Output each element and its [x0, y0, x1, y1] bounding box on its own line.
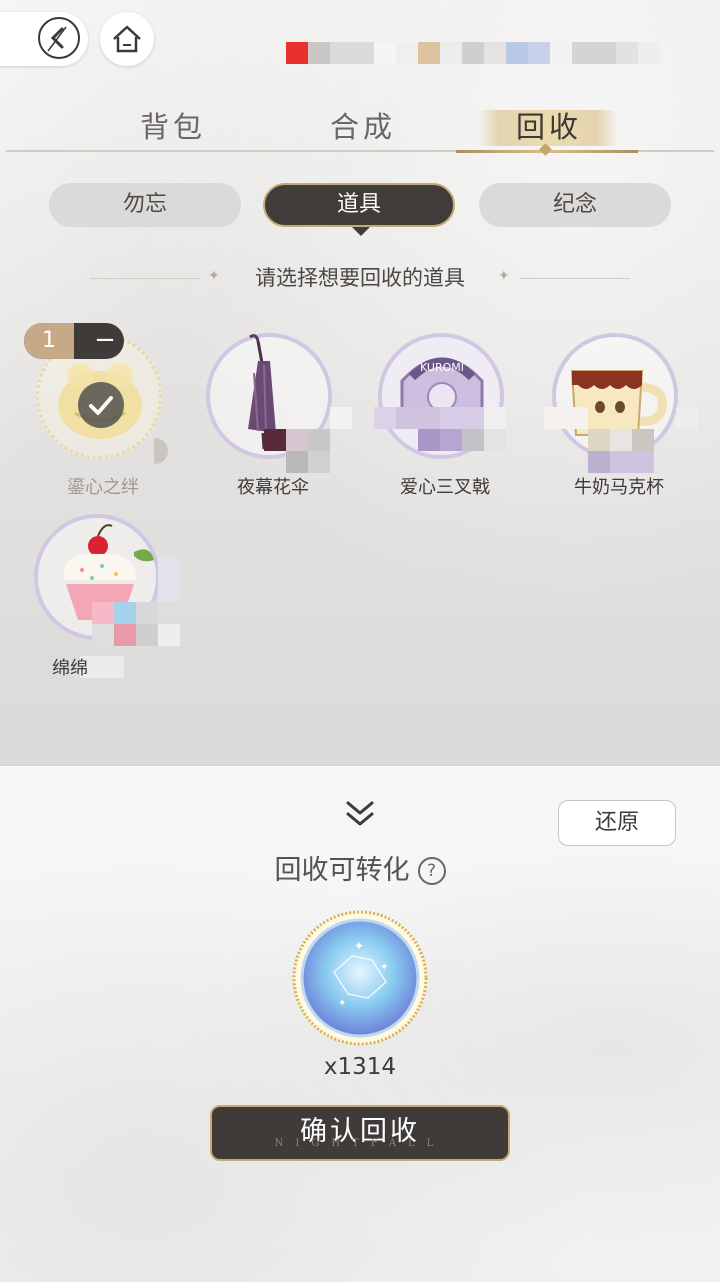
item-card-3[interactable]: KUROMI 爱心三叉戟 — [370, 333, 520, 503]
convert-title: 回收可转化? — [0, 848, 720, 887]
obscured-block — [440, 407, 484, 429]
obscured-block — [136, 624, 158, 646]
obscured-block — [440, 429, 462, 451]
obscured-block — [158, 624, 180, 646]
star-ornament-icon: ✦ — [498, 268, 510, 284]
confirm-recycle-button[interactable]: 确认回收 NIGHTFALL — [210, 1105, 510, 1161]
obscured-block — [114, 624, 136, 646]
item-card-5[interactable]: 绵绵 — [26, 514, 180, 684]
selection-prompt: ✦ 请选择想要回收的道具 ✦ — [0, 262, 720, 296]
item-name: 牛奶马克杯 — [574, 477, 664, 498]
subtab-forget[interactable]: 勿忘 — [49, 183, 241, 227]
obscured-block — [114, 602, 136, 624]
back-button[interactable] — [0, 12, 88, 66]
home-icon — [113, 25, 141, 53]
subtab-pointer-icon — [352, 227, 370, 236]
obscured-block — [588, 451, 610, 473]
obscured-block — [632, 429, 654, 451]
currency-bar-obscured — [286, 42, 720, 64]
svg-text:✦: ✦ — [380, 962, 388, 973]
obscured-block — [588, 429, 610, 451]
prompt-divider-right — [520, 278, 630, 279]
starlight-coin-icon: ✦ ✦ ✦ — [292, 910, 428, 1046]
obscured-block — [484, 429, 506, 451]
tab-synthesis[interactable]: 合成 — [330, 104, 396, 146]
obscured-block — [136, 602, 158, 624]
collapse-chevron-icon[interactable] — [344, 800, 376, 828]
obscured-block — [92, 602, 114, 624]
main-tab-bar: 背包 合成 回收 — [0, 104, 720, 154]
obscured-block — [286, 451, 308, 473]
obscured-block — [396, 407, 440, 429]
obscured-block — [418, 429, 440, 451]
help-icon[interactable]: ? — [417, 857, 446, 885]
subtab-memorial[interactable]: 纪念 — [479, 183, 671, 227]
item-name: 鎏心之绊 — [67, 477, 139, 498]
tab-recycle[interactable]: 回收 — [516, 104, 582, 146]
item-edge-marker — [154, 438, 168, 464]
button-watermark: NIGHTFALL — [274, 1138, 446, 1149]
restore-button[interactable]: 还原 — [558, 800, 676, 846]
back-icon — [38, 17, 80, 59]
obscured-block — [676, 407, 698, 429]
obscured-block — [610, 451, 654, 473]
subtab-props[interactable]: 道具 — [263, 183, 455, 227]
minus-button[interactable]: − — [86, 323, 124, 359]
prompt-text: 请选择想要回收的道具 — [255, 266, 465, 290]
item-name: 绵绵 — [52, 658, 88, 679]
quantity-count: 1 — [24, 323, 74, 359]
convert-title-text: 回收可转化 — [274, 855, 410, 886]
obscured-block — [330, 407, 352, 429]
obscured-block — [286, 429, 308, 451]
svg-text:KUROMI: KUROMI — [420, 361, 464, 374]
obscured-block — [308, 451, 330, 473]
obscured-block — [462, 429, 484, 451]
reward-count: x1314 — [323, 1054, 397, 1080]
obscured-block — [308, 429, 330, 451]
obscured-block — [264, 429, 286, 451]
svg-text:✦: ✦ — [338, 998, 346, 1009]
obscured-block — [374, 407, 396, 429]
home-button[interactable] — [100, 12, 154, 66]
obscured-block — [544, 407, 588, 429]
obscured-block — [484, 407, 506, 429]
selected-check-icon — [78, 382, 124, 428]
obscured-block — [610, 429, 632, 451]
item-card-2[interactable]: 夜幕花伞 — [198, 333, 352, 503]
obscured-block — [158, 558, 180, 602]
svg-text:✦: ✦ — [354, 939, 364, 953]
obscured-block — [92, 624, 114, 646]
item-name: 夜幕花伞 — [237, 477, 309, 498]
tab-backpack[interactable]: 背包 — [140, 104, 206, 146]
item-card-4[interactable]: 牛奶马克杯 — [544, 333, 698, 503]
quantity-control: 1 − — [24, 323, 124, 359]
item-name: 爱心三叉戟 — [400, 477, 490, 498]
